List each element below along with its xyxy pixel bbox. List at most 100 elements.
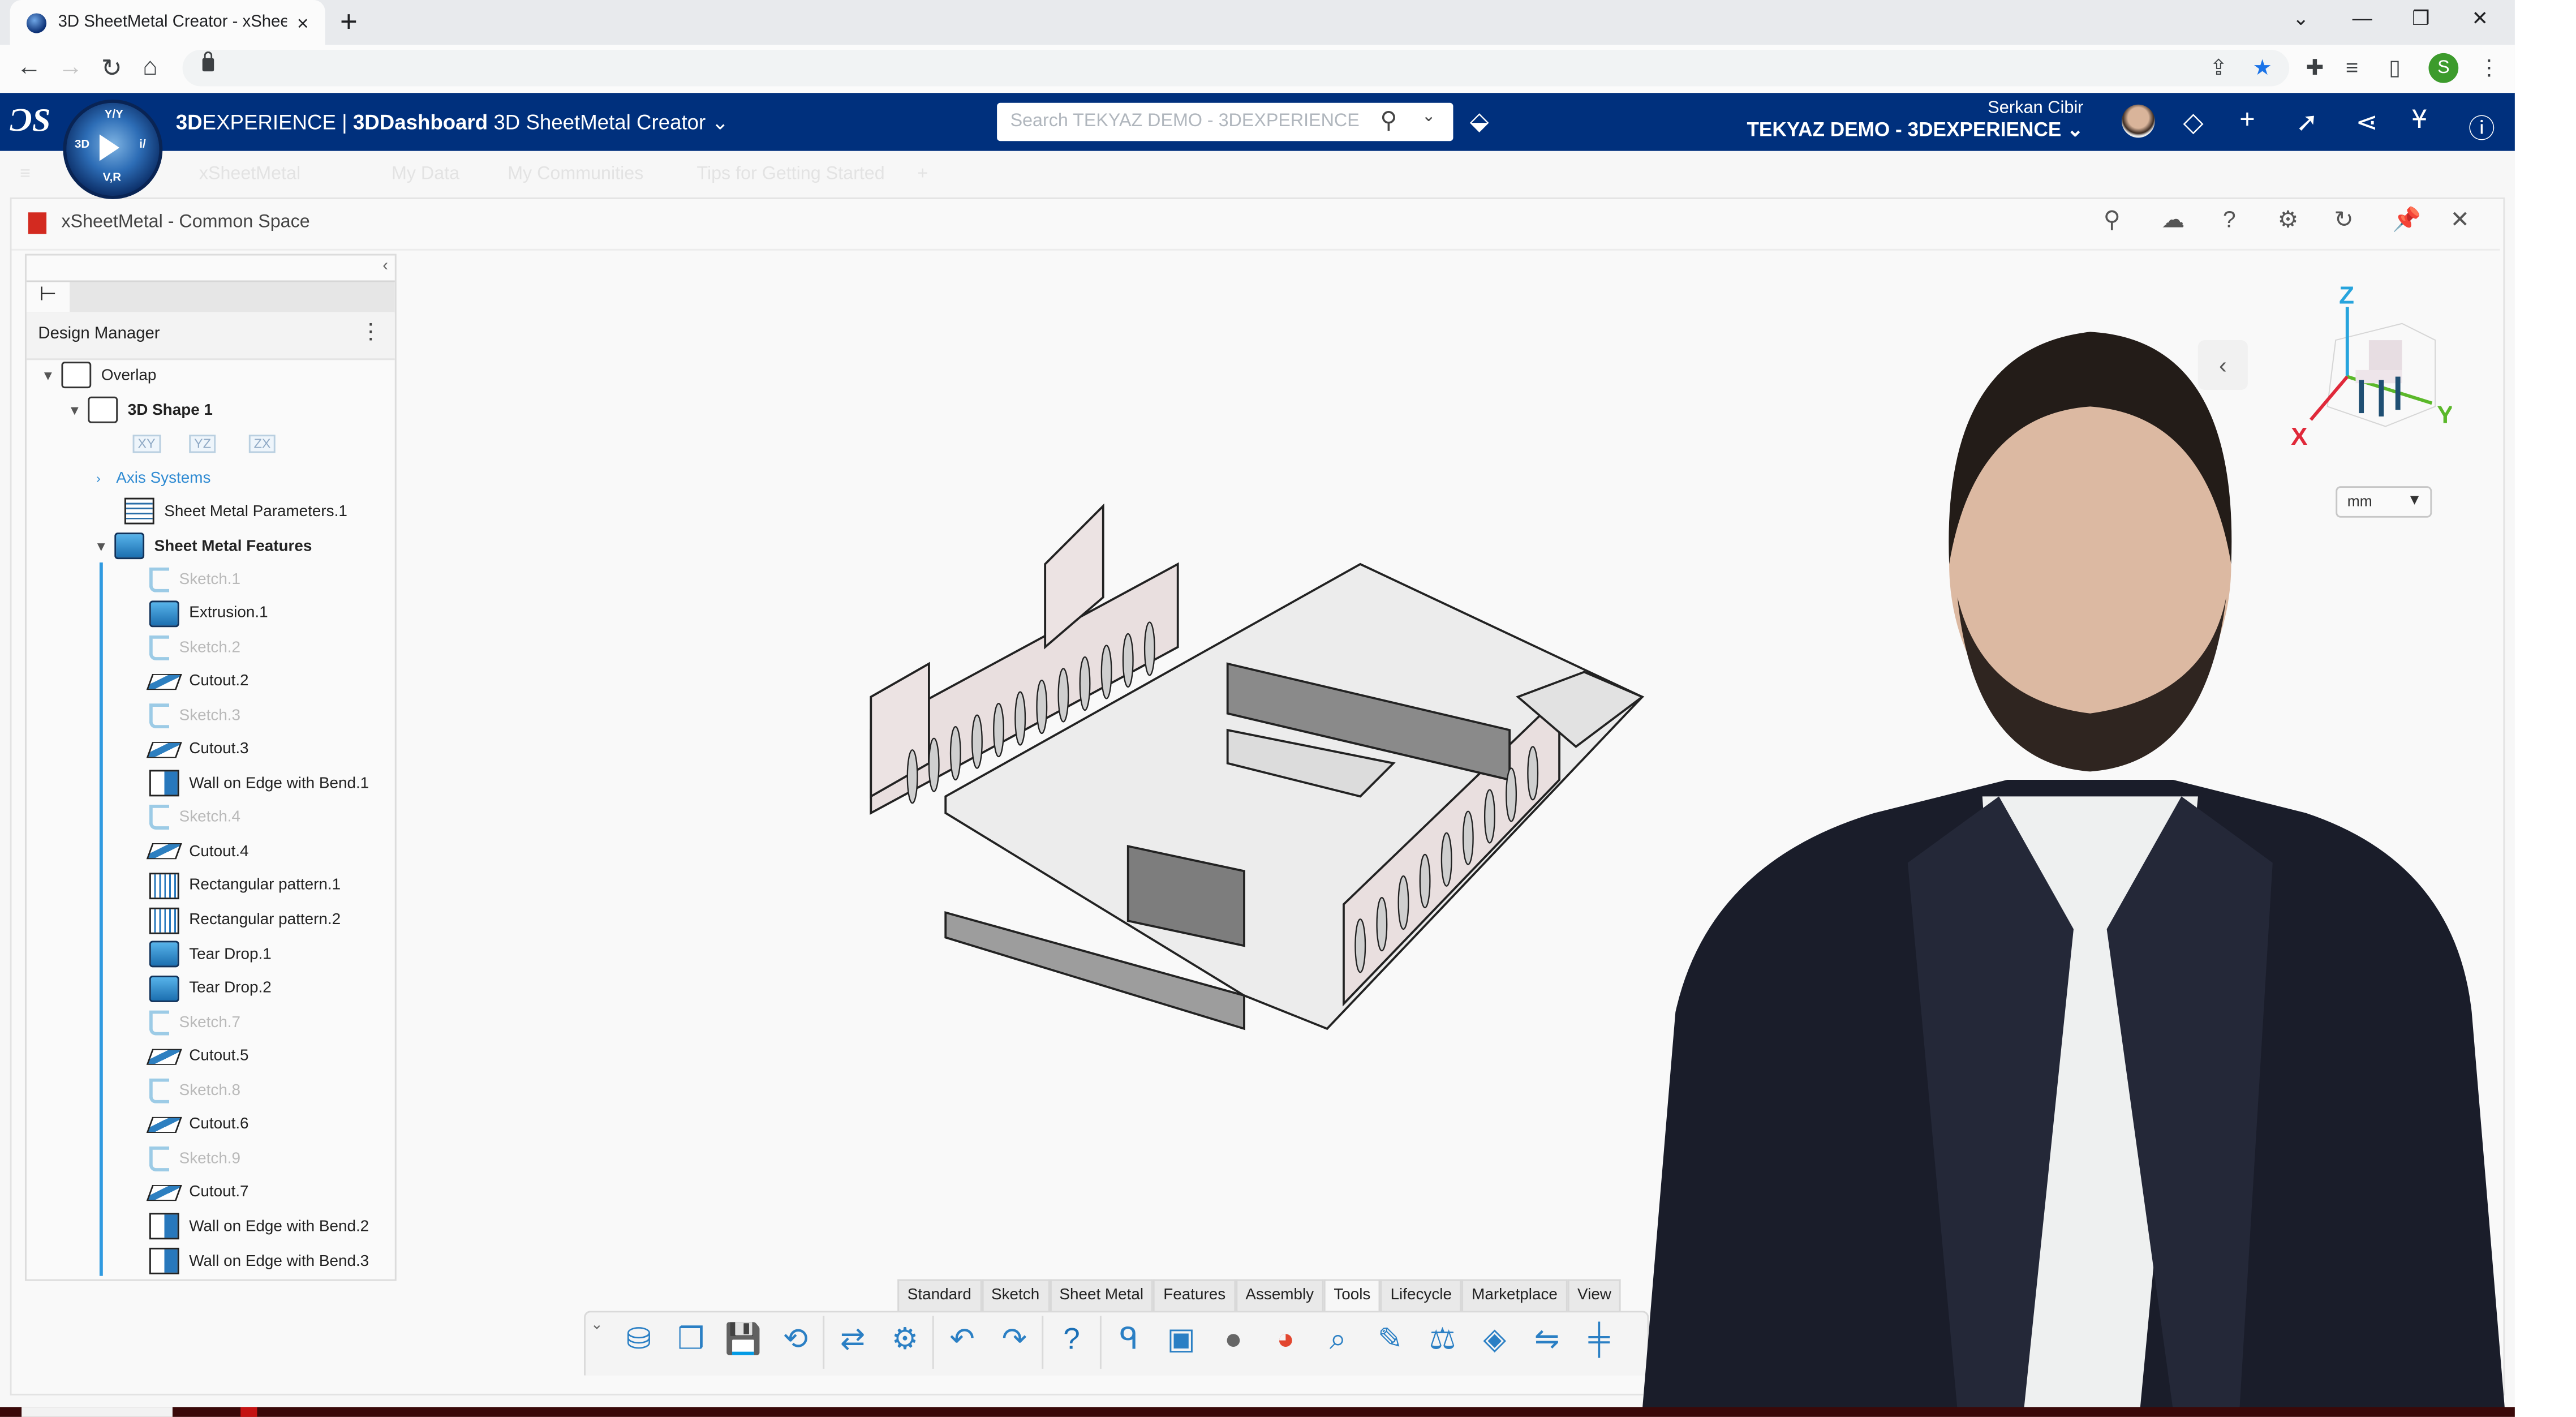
redo-icon[interactable]: ↷ — [995, 1322, 1034, 1362]
tree-node-feature[interactable]: Sketch.2 — [149, 632, 240, 662]
parameters-icon[interactable]: ╪ — [1579, 1322, 1619, 1362]
action-tab[interactable]: Standard — [897, 1279, 982, 1313]
open-icon[interactable]: ❒ — [671, 1322, 711, 1362]
refresh-icon[interactable]: ↻ — [2334, 206, 2353, 234]
extensions-icon[interactable]: ✚ — [2306, 55, 2324, 81]
expand-icon[interactable]: ▼ — [41, 367, 61, 382]
user-avatar[interactable] — [2122, 104, 2155, 138]
tree-node-feature[interactable]: Cutout.3 — [146, 735, 249, 765]
back-icon[interactable]: ← — [16, 53, 41, 81]
undo-icon[interactable]: ↶ — [942, 1322, 982, 1362]
reload-icon[interactable]: ↻ — [101, 53, 122, 83]
dashboard-tab[interactable]: My Communities — [508, 164, 643, 184]
plane-yz-icon[interactable]: YZ — [189, 435, 216, 453]
tree-node-feature[interactable]: Cutout.5 — [146, 1041, 249, 1071]
tree-structure-tab[interactable]: ⊢ — [26, 282, 70, 312]
more-options-icon[interactable]: ⋮ — [360, 319, 381, 345]
tree-node-parameters[interactable]: Sheet Metal Parameters.1 — [124, 496, 347, 526]
social-share-icon[interactable]: ⋖ — [2355, 106, 2377, 140]
share-content-icon[interactable]: ➚ — [2296, 106, 2318, 140]
annotation-icon[interactable]: ✎ — [1370, 1322, 1410, 1362]
tree-node-feature[interactable]: Rectangular pattern.2 — [149, 905, 341, 935]
search-input[interactable]: Search TEKYAZ DEMO - 3DEXPERIENCE — [1010, 111, 1360, 131]
notifications-icon[interactable]: ◇ — [2183, 106, 2204, 140]
close-window-button[interactable]: ✕ — [2472, 7, 2489, 30]
minimize-button[interactable]: — — [2353, 7, 2372, 30]
color-icon[interactable]: ◕ — [1266, 1322, 1305, 1362]
search-icon[interactable]: ⚲ — [1380, 106, 1397, 135]
tree-node-feature[interactable]: Sketch.7 — [149, 1007, 240, 1037]
add-icon[interactable]: + — [2239, 106, 2255, 136]
tree-node-3d-shape[interactable]: ▼ 3D Shape 1 — [68, 395, 213, 425]
action-tab[interactable]: Lifecycle — [1380, 1279, 1462, 1313]
address-bar[interactable] — [182, 49, 2290, 87]
side-panel-icon[interactable]: ▯ — [2389, 55, 2401, 81]
collapse-panel-icon[interactable]: ‹ — [382, 257, 388, 275]
action-tab[interactable]: Tools — [1323, 1279, 1381, 1313]
inspect-icon[interactable]: ◈ — [1475, 1322, 1515, 1362]
tree-node-feature[interactable]: Extrusion.1 — [149, 598, 268, 628]
gear-icon[interactable]: ⚙ — [2278, 206, 2299, 234]
action-tab[interactable]: Sketch — [981, 1279, 1050, 1313]
lasso-icon[interactable]: ᑫ — [1109, 1322, 1149, 1362]
action-tab[interactable]: View — [1567, 1279, 1622, 1313]
menu-kebab-icon[interactable]: ⋮ — [2478, 55, 2500, 81]
tree-node-feature[interactable]: Wall on Edge with Bend.3 — [149, 1246, 369, 1276]
material-icon[interactable]: ● — [1214, 1322, 1253, 1362]
action-tab[interactable]: Assembly — [1235, 1279, 1324, 1313]
browser-tab[interactable]: 3D SheetMetal Creator - xSheetMetal × — [10, 0, 325, 45]
search-options-icon[interactable]: ⌄ — [1422, 108, 1436, 126]
tree-node-feature[interactable]: Tear Drop.2 — [149, 973, 272, 1003]
tree-node-axis-systems[interactable]: › Axis Systems — [96, 463, 210, 493]
progress-marker[interactable] — [240, 1407, 257, 1417]
user-menu[interactable]: Serkan Cibir TEKYAZ DEMO - 3DEXPERIENCE … — [1747, 98, 2083, 141]
chevron-right-icon[interactable]: › — [96, 470, 116, 485]
app-switcher[interactable]: 3D SheetMetal Creator ⌄ — [493, 111, 729, 134]
plane-zx-icon[interactable]: ZX — [248, 435, 276, 453]
action-bar-collapse-icon[interactable]: ⌄ — [591, 1316, 603, 1334]
measure-icon[interactable]: ⌕ — [1318, 1322, 1357, 1362]
profile-avatar[interactable]: S — [2428, 53, 2459, 83]
tree-node-feature[interactable]: Cutout.6 — [146, 1110, 249, 1140]
tree-node-feature[interactable]: Sketch.9 — [149, 1144, 240, 1174]
share-icon[interactable]: ⇪ — [2209, 55, 2227, 81]
tree-node-feature[interactable]: Cutout.2 — [146, 667, 249, 697]
tree-node-feature[interactable]: Wall on Edge with Bend.2 — [149, 1212, 369, 1242]
import-icon[interactable]: ⛁ — [619, 1322, 659, 1362]
3d-compass[interactable]: Y/Y 3D i/ V,R — [63, 99, 163, 199]
platform-search[interactable]: Search TEKYAZ DEMO - 3DEXPERIENCE ⚲ ⌄ — [997, 102, 1453, 141]
cloud-icon[interactable]: ☁ — [2161, 206, 2184, 234]
media-icon[interactable]: ≡ — [2346, 55, 2358, 80]
action-tab[interactable]: Features — [1153, 1279, 1236, 1313]
action-tab[interactable]: Marketplace — [1461, 1279, 1568, 1313]
tree-node-feature[interactable]: Cutout.7 — [146, 1178, 249, 1208]
replace-icon[interactable]: ⇄ — [833, 1322, 872, 1362]
capture-icon[interactable]: ▣ — [1161, 1322, 1201, 1362]
dashboard-tab[interactable]: My Data — [392, 164, 459, 184]
tag-icon[interactable]: ⬙ — [1470, 106, 1489, 136]
tree-node-feature[interactable]: Wall on Edge with Bend.1 — [149, 768, 369, 798]
widget-search-icon[interactable]: ⚲ — [2104, 206, 2121, 234]
expand-icon[interactable]: ▼ — [68, 402, 88, 417]
plane-xy-icon[interactable]: XY — [132, 435, 161, 453]
tab-close-icon[interactable]: × — [297, 11, 309, 34]
sheet-metal-part-model[interactable] — [863, 498, 1659, 1037]
action-tab[interactable]: Sheet Metal — [1049, 1279, 1154, 1313]
tree-node-feature[interactable]: Tear Drop.1 — [149, 939, 272, 969]
save-icon[interactable]: 💾 — [723, 1322, 763, 1362]
tree-node-feature[interactable]: Sketch.1 — [149, 564, 240, 594]
ds-logo-icon[interactable]: ƆS — [10, 103, 51, 141]
restore-button[interactable]: ❐ — [2412, 7, 2430, 30]
help-icon[interactable]: ? — [1052, 1322, 1091, 1362]
compare-icon[interactable]: ⇋ — [1527, 1322, 1567, 1362]
refresh-icon[interactable]: ⟲ — [776, 1322, 815, 1362]
settings-icon[interactable]: ⚙ — [885, 1322, 924, 1362]
widget-help-icon[interactable]: ? — [2223, 206, 2236, 233]
tree-node-overlap[interactable]: ▼ Overlap — [41, 360, 156, 390]
tree-node-feature[interactable]: Cutout.4 — [146, 837, 249, 867]
tree-node-feature[interactable]: Sketch.8 — [149, 1076, 240, 1106]
dashboard-tab[interactable]: xSheetMetal — [199, 164, 300, 184]
compass-apps-icon[interactable]: Ұ — [2412, 106, 2427, 136]
add-tab-button[interactable]: + — [917, 164, 928, 184]
balance-icon[interactable]: ⚖ — [1422, 1322, 1462, 1362]
